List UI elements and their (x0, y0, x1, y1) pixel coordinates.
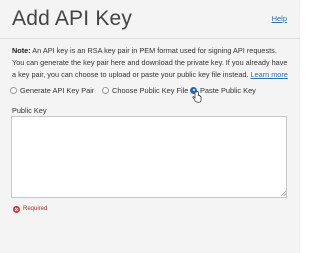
resize-grip-icon[interactable] (280, 190, 286, 196)
radio-label: Generate API Key Pair (20, 85, 95, 95)
learn-more-link[interactable]: Learn more (251, 70, 288, 79)
add-api-key-dialog: Add API Key Help Note: An API key is an … (0, 0, 300, 253)
radio-button-icon[interactable] (10, 86, 17, 94)
public-key-textarea[interactable] (11, 116, 287, 198)
error-icon (13, 205, 20, 213)
radio-button-icon[interactable] (102, 86, 109, 94)
note-text: Note: An API key is an RSA key pair in P… (12, 45, 290, 81)
radio-label: Choose Public Key File (112, 85, 189, 95)
hand-pointer-cursor-icon (192, 91, 202, 103)
radio-label: Paste Public Key (200, 85, 256, 95)
help-link[interactable]: Help (272, 14, 287, 23)
key-option-group: Generate API Key Pair Choose Public Key … (10, 84, 295, 96)
dialog-title: Add API Key (12, 7, 133, 30)
radio-generate-key-pair[interactable]: Generate API Key Pair (10, 84, 94, 96)
public-key-label: Public Key (12, 106, 47, 115)
note-label: Note: (12, 46, 31, 55)
note-body: An API key is an RSA key pair in PEM for… (12, 46, 288, 79)
required-indicator: Required (13, 204, 47, 214)
required-text: Required (23, 206, 48, 212)
radio-choose-public-key-file[interactable]: Choose Public Key File (102, 84, 188, 96)
dialog-header: Add API Key Help (0, 0, 300, 39)
